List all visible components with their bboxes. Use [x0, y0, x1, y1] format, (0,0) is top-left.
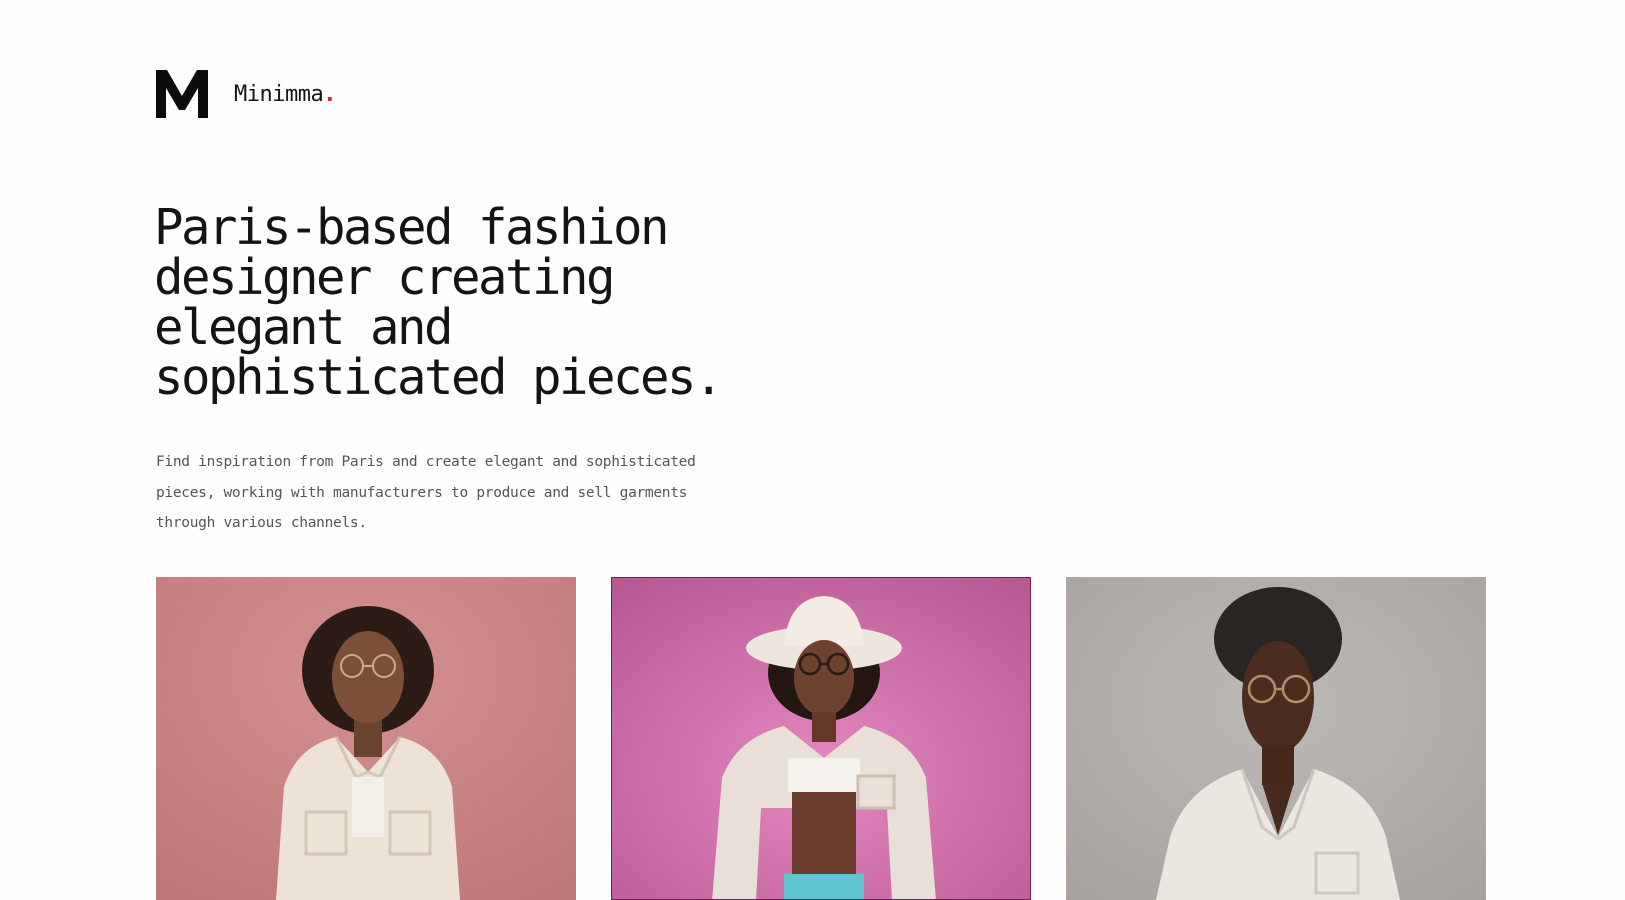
description-line: pieces, working with manufacturers to pr… [156, 484, 688, 501]
description-line: through various channels. [156, 515, 367, 531]
gallery-card-1[interactable] [156, 577, 576, 900]
model-photo-1 [156, 577, 576, 900]
model-photo-3 [1066, 577, 1486, 900]
hero-description: Find inspiration from Paris and create e… [156, 447, 736, 539]
gallery-card-3[interactable] [1066, 577, 1486, 900]
headline-line: designer creating [154, 249, 616, 306]
gallery-card-2[interactable] [611, 577, 1031, 900]
logo-icon[interactable] [156, 70, 208, 118]
headline-line: elegant and [154, 299, 454, 356]
headline-line: sophisticated pieces. [154, 349, 724, 406]
brand-name[interactable]: Minimma. [234, 82, 336, 106]
description-line: Find inspiration from Paris and create e… [156, 454, 696, 470]
hero-headline: Paris-based fashion designer creating el… [154, 203, 854, 403]
model-photo-2 [612, 578, 1030, 899]
brand-dot: . [323, 82, 336, 107]
site-header: Minimma. [156, 70, 336, 118]
brand-name-text: Minimma [234, 82, 324, 107]
headline-line: Paris-based fashion [154, 199, 670, 256]
portfolio-gallery [0, 577, 1625, 900]
